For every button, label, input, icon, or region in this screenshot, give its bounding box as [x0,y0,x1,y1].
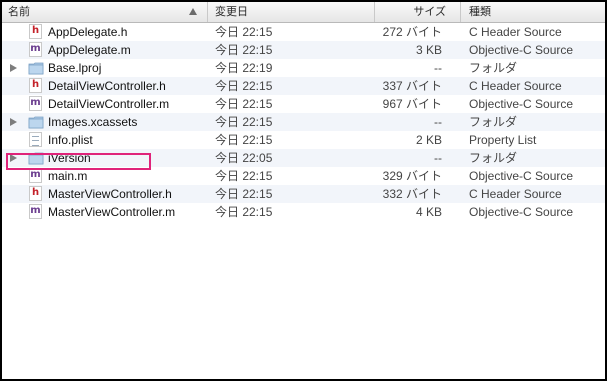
folder-row[interactable]: Images.xcassets 今日 22:15 -- フォルダ [2,113,605,131]
file-type-glyph: m [30,43,41,54]
file-type-glyph: h [31,79,40,90]
modified-date: 今日 22:15 [215,205,273,219]
file-type-glyph: h [31,187,40,198]
file-type-glyph: m [30,205,41,216]
file-type-glyph: m [30,169,41,180]
modified-date: 今日 22:15 [215,115,273,129]
modified-date: 今日 22:15 [215,43,273,57]
file-size: 337 バイト [382,79,442,93]
file-size: 3 KB [415,43,442,57]
column-header-name[interactable]: 名前 [8,2,208,22]
file-row[interactable]: m DetailViewController.m 今日 22:15 967 バイト Ob… [2,95,605,113]
file-size: 4 KB [415,205,442,219]
modified-date: 今日 22:15 [215,187,273,201]
file-row[interactable]: h DetailViewController.h 今日 22:15 337 バイト C … [2,77,605,95]
file-size: 967 バイト [382,97,442,111]
file-name: MasterViewController.h [48,187,172,201]
objc-source-file-icon: m [28,204,44,220]
file-size: 329 バイト [382,169,442,183]
finder-list-window: 名前 変更日 サイズ 種類 h AppDelegate.h 今日 22:15 272 … [0,0,607,381]
objc-source-file-icon: m [28,168,44,184]
modified-date: 今日 22:05 [215,151,273,165]
file-size: -- [434,151,442,165]
header-file-icon: h [28,186,44,202]
file-kind: C Header Source [469,25,562,39]
modified-date: 今日 22:15 [215,25,273,39]
file-name: AppDelegate.h [48,25,128,39]
file-kind: Objective-C Source [469,97,574,111]
file-size: 332 バイト [382,187,442,201]
file-kind: Property List [469,133,537,147]
file-name: Base.lproj [48,61,102,75]
header-file-icon: h [28,78,44,94]
file-kind: フォルダ [469,61,518,75]
objc-source-file-icon: m [28,42,44,58]
header-file-icon: h [28,24,44,40]
file-type-glyph: m [30,97,41,108]
file-kind: Objective-C Source [469,169,574,183]
objc-source-file-icon: m [28,96,44,112]
file-kind: C Header Source [469,187,562,201]
column-header-date-label: 変更日 [215,6,248,18]
column-header-kind[interactable]: 種類 [460,2,605,22]
file-size: 2 KB [415,133,442,147]
disclosure-triangle-icon[interactable] [10,64,17,72]
file-row[interactable]: h AppDelegate.h 今日 22:15 272 バイト C Header So… [2,23,605,41]
folder-row[interactable]: Base.lproj 今日 22:19 -- フォルダ [2,59,605,77]
folder-icon [28,60,44,76]
modified-date: 今日 22:15 [215,97,273,111]
folder-icon [28,114,44,130]
column-header-size-label: サイズ [413,6,446,18]
file-name: DetailViewController.m [48,97,170,111]
file-size: 272 バイト [382,25,442,39]
column-header-size[interactable]: サイズ [374,2,460,22]
file-name: DetailViewController.h [48,79,166,93]
file-kind: Objective-C Source [469,43,574,57]
file-kind: フォルダ [469,115,518,129]
modified-date: 今日 22:15 [215,79,273,93]
file-row[interactable]: Info.plist 今日 22:15 2 KB Property List [2,131,605,149]
highlight-box [6,153,151,170]
sort-ascending-icon[interactable] [188,7,198,17]
column-header-kind-label: 種類 [469,6,491,18]
file-kind: フォルダ [469,151,518,165]
file-list: h AppDelegate.h 今日 22:15 272 バイト C Header So… [2,23,605,221]
file-row[interactable]: m MasterViewController.m 今日 22:15 4 KB Objec… [2,203,605,221]
column-header-date[interactable]: 変更日 [207,2,374,22]
file-kind: C Header Source [469,79,562,93]
column-header-bar: 名前 変更日 サイズ 種類 [2,2,605,23]
column-header-name-label: 名前 [8,6,30,18]
file-size: -- [434,61,442,75]
modified-date: 今日 22:15 [215,169,273,183]
modified-date: 今日 22:15 [215,133,273,147]
file-name: Images.xcassets [48,115,138,129]
file-kind: Objective-C Source [469,205,574,219]
file-row[interactable]: h MasterViewController.h 今日 22:15 332 バイト C … [2,185,605,203]
modified-date: 今日 22:19 [215,61,273,75]
file-type-glyph: h [31,25,40,36]
file-row[interactable]: m AppDelegate.m 今日 22:15 3 KB Objective-C So… [2,41,605,59]
disclosure-triangle-icon[interactable] [10,118,17,126]
file-name: AppDelegate.m [48,43,131,57]
plist-file-icon [28,132,44,148]
file-size: -- [434,115,442,129]
file-name: Info.plist [48,133,93,147]
file-name: MasterViewController.m [48,205,176,219]
